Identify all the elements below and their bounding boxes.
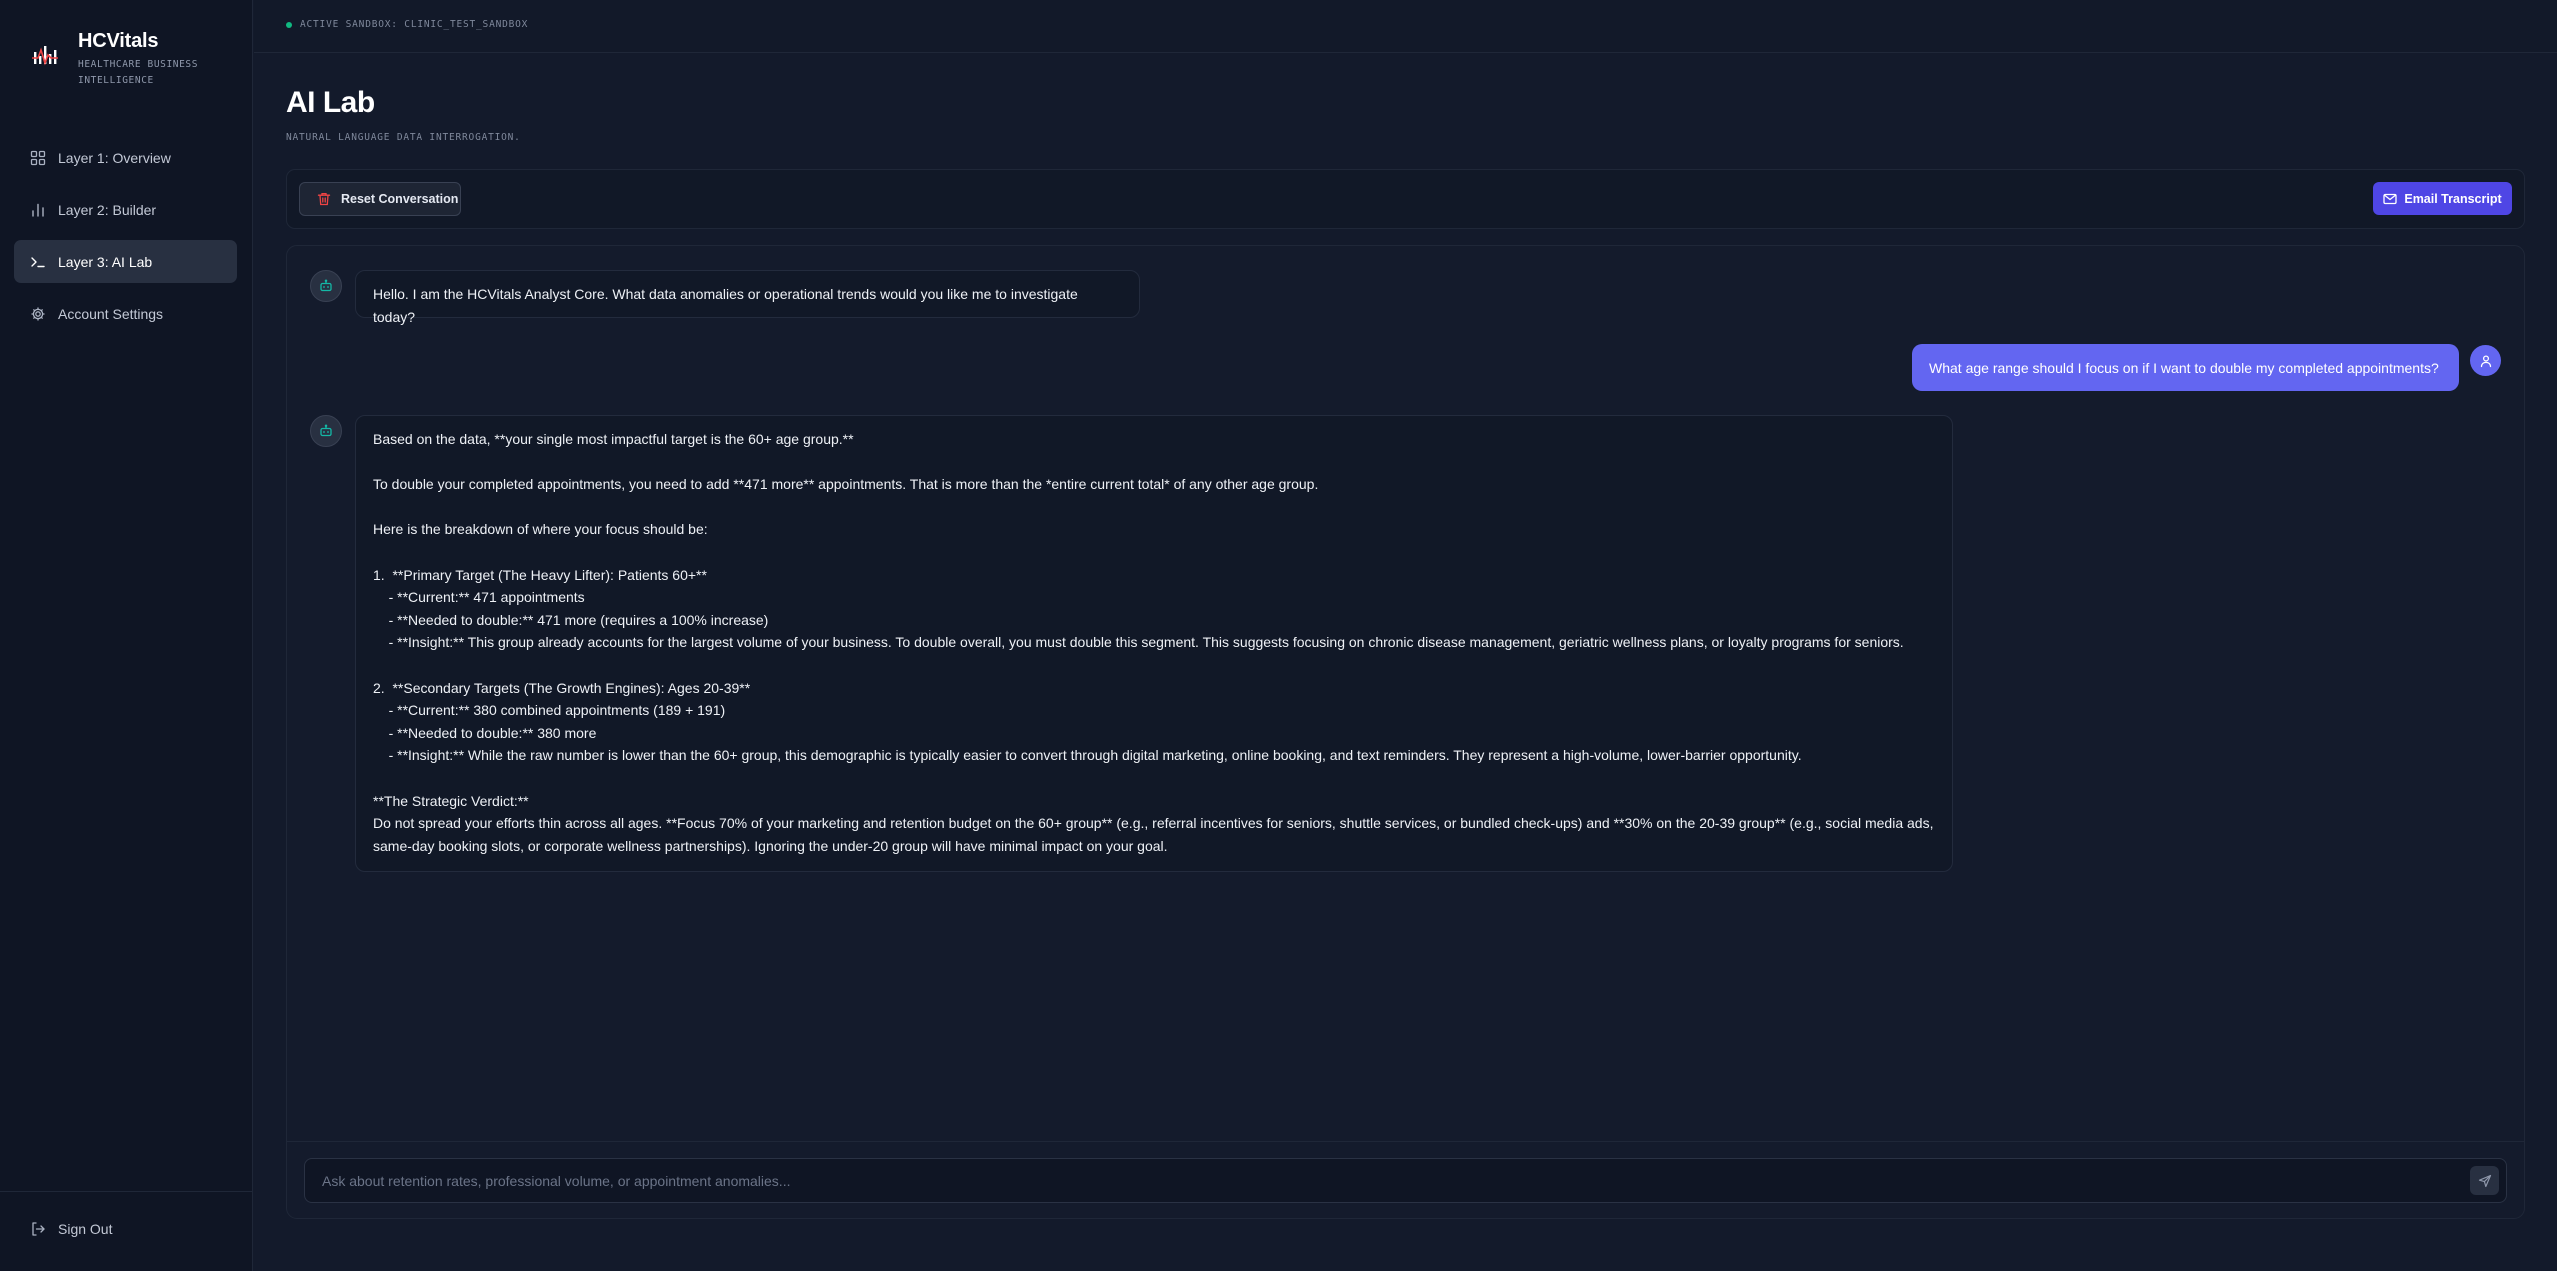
input-divider xyxy=(287,1141,2524,1142)
mail-icon xyxy=(2383,193,2398,204)
gear-icon xyxy=(31,307,45,320)
assistant-message: Based on the data, **your single most im… xyxy=(355,415,1953,872)
email-transcript-label: Email Transcript xyxy=(2404,191,2502,206)
sidebar-footer: Sign Out xyxy=(0,1191,253,1271)
reset-conversation-button[interactable]: Reset Conversation xyxy=(299,182,461,216)
bar-chart-icon xyxy=(32,203,44,217)
bot-icon xyxy=(320,424,332,437)
reset-conversation-label: Reset Conversation xyxy=(341,192,459,206)
chat-input-bar xyxy=(304,1158,2507,1203)
sidebar-item-builder[interactable]: Layer 2: Builder xyxy=(14,188,237,231)
brand-name: HCVitals xyxy=(78,30,159,52)
user-message: What age range should I focus on if I wa… xyxy=(1912,344,2459,391)
chat-toolbar: Reset Conversation Email Transcript xyxy=(286,169,2525,229)
assistant-avatar xyxy=(310,270,342,302)
status-dot-icon xyxy=(286,21,292,28)
user-icon xyxy=(2480,354,2491,367)
sidebar-nav: Layer 1: Overview Layer 2: Builder Layer… xyxy=(14,136,237,344)
chat-panel: Hello. I am the HCVitals Analyst Core. W… xyxy=(286,245,2525,1219)
message-text: Based on the data, **your single most im… xyxy=(373,431,1934,854)
page-subtitle: NATURAL LANGUAGE DATA INTERROGATION. xyxy=(286,132,521,143)
app-root: HCVitals HEALTHCARE BUSINESS INTELLIGENC… xyxy=(0,0,2557,1271)
email-transcript-button[interactable]: Email Transcript xyxy=(2373,182,2512,215)
send-icon xyxy=(2478,1174,2491,1187)
topbar: ACTIVE SANDBOX: CLINIC_TEST_SANDBOX xyxy=(254,0,2557,53)
grid-icon xyxy=(30,150,46,165)
sign-out-label: Sign Out xyxy=(58,1221,113,1237)
user-avatar xyxy=(2470,345,2501,376)
send-button[interactable] xyxy=(2470,1166,2499,1195)
brand-logo-icon xyxy=(32,36,62,76)
message-text: What age range should I focus on if I wa… xyxy=(1929,359,2439,376)
bot-icon xyxy=(320,279,332,292)
sidebar-item-overview[interactable]: Layer 1: Overview xyxy=(14,136,237,179)
sidebar-item-label: Account Settings xyxy=(58,305,164,322)
terminal-icon xyxy=(31,256,45,267)
assistant-message: Hello. I am the HCVitals Analyst Core. W… xyxy=(355,270,1140,325)
sidebar-item-account-settings[interactable]: Account Settings xyxy=(14,292,237,335)
sidebar-item-label: Layer 1: Overview xyxy=(58,149,171,166)
page-title: AI Lab xyxy=(286,86,375,119)
message-text: Hello. I am the HCVitals Analyst Core. W… xyxy=(373,286,1082,325)
trash-icon xyxy=(317,192,331,206)
sidebar: HCVitals HEALTHCARE BUSINESS INTELLIGENC… xyxy=(0,0,253,1271)
sandbox-indicator: ACTIVE SANDBOX: CLINIC_TEST_SANDBOX xyxy=(286,19,528,30)
chat-input[interactable] xyxy=(305,1159,2455,1202)
sandbox-label: ACTIVE SANDBOX: CLINIC_TEST_SANDBOX xyxy=(300,19,529,30)
brand-subtitle: HEALTHCARE BUSINESS INTELLIGENCE xyxy=(78,59,199,86)
sign-out-button[interactable]: Sign Out xyxy=(30,1221,112,1237)
sidebar-item-label: Layer 2: Builder xyxy=(58,201,157,218)
sign-out-icon xyxy=(32,1222,45,1236)
sidebar-item-ai-lab[interactable]: Layer 3: AI Lab xyxy=(14,240,237,283)
sidebar-item-label: Layer 3: AI Lab xyxy=(58,253,153,270)
brand: HCVitals HEALTHCARE BUSINESS INTELLIGENC… xyxy=(32,30,208,89)
assistant-avatar xyxy=(310,415,342,447)
